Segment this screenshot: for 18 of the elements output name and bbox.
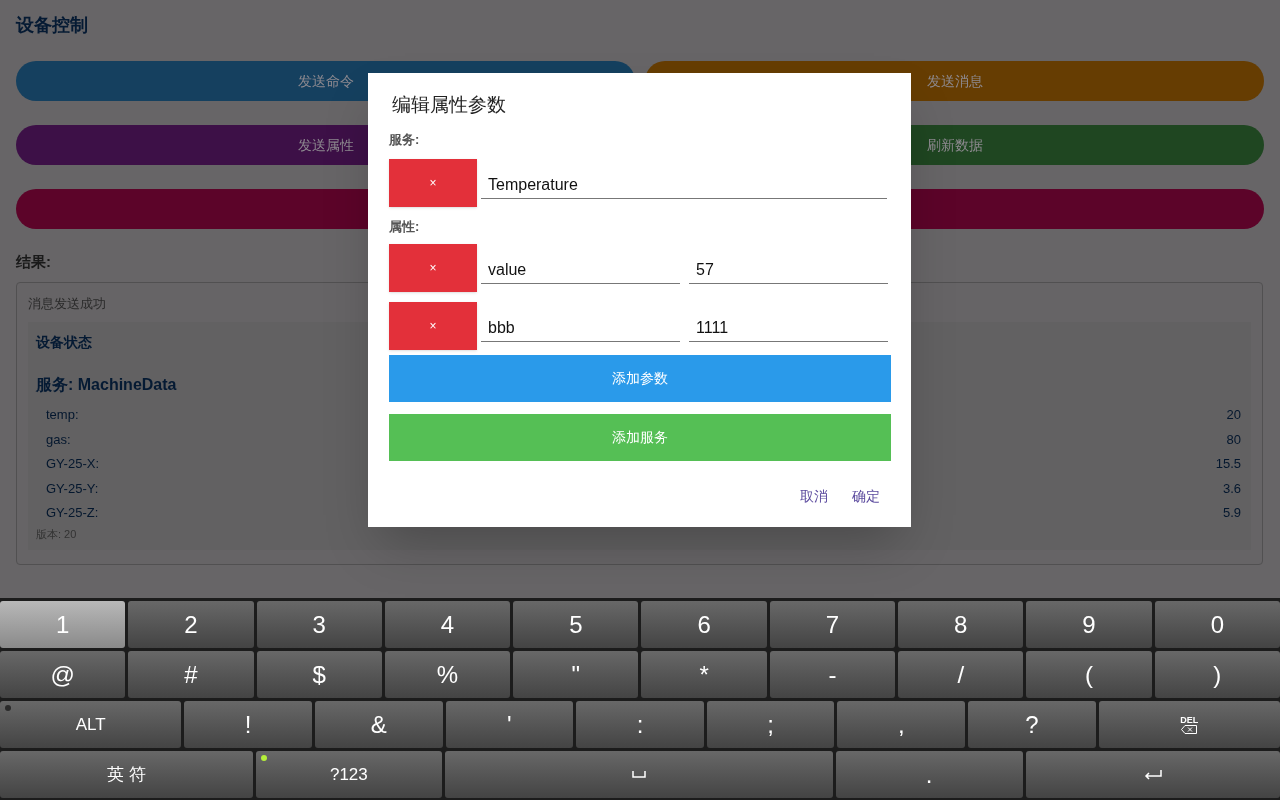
property-value: 5.9 — [1222, 504, 1241, 523]
section-label: 属性: — [389, 218, 421, 236]
delete-key-label: DEL — [1180, 715, 1199, 725]
page-title: 设备控制 — [16, 14, 88, 37]
result-message: 消息发送成功 — [28, 294, 106, 313]
property-value: 80 — [1226, 430, 1241, 449]
property-value: 15.5 — [1215, 455, 1241, 474]
property-value: 3.6 — [1222, 479, 1241, 498]
property-name: temp: — [46, 406, 79, 425]
property-name: gas: — [46, 430, 71, 449]
section-label: 服务: — [389, 130, 421, 149]
property-value: 20 — [1226, 406, 1241, 425]
result-label: 结果: — [16, 252, 51, 272]
property-name: GY-25-X: — [46, 455, 99, 474]
status-title: 设备状态 — [36, 332, 92, 352]
property-name: GY-25-Z: — [46, 504, 99, 523]
service-title: 服务: MachineData — [36, 374, 177, 395]
property-name: GY-25-Y: — [46, 479, 99, 498]
